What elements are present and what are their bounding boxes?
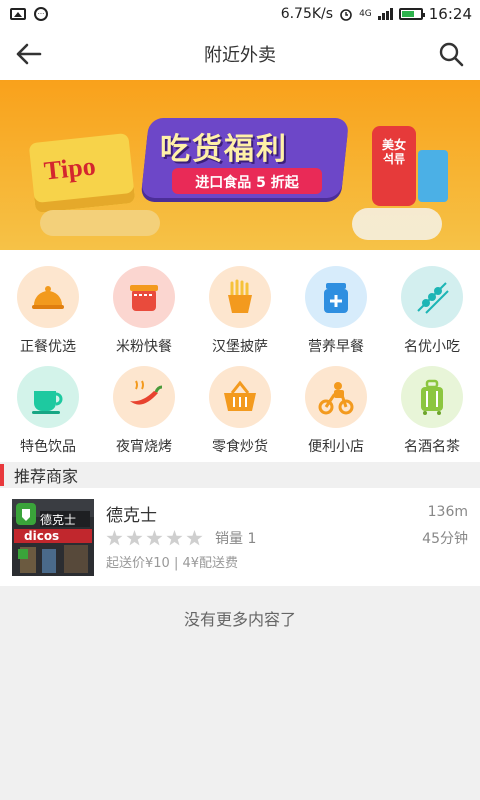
snack-rings-image [352,208,442,240]
category-label: 名优小吃 [404,339,460,355]
shop-name: 德克士 [106,506,157,526]
chili-pepper-icon [130,380,163,405]
gallery-icon [10,8,26,20]
battery-icon [398,8,425,20]
drink-box-image [418,150,448,202]
network-type: 4G [359,9,372,19]
star-icon [186,530,203,546]
shop-logo-en: dicos [24,529,60,543]
clock: 16:24 [428,5,472,23]
rating-stars [106,530,203,546]
basket-icon [224,380,256,411]
signal-icon [377,8,393,20]
delivery-bike-icon [318,382,354,415]
section-title: 推荐商家 [14,467,79,486]
star-icon [146,530,163,546]
category-label: 正餐优选 [20,339,76,355]
category-item[interactable]: 名优小吃 [384,266,480,356]
category-item[interactable]: 特色饮品 [0,366,96,456]
promo-banner[interactable]: Tipo 吃货福利 进口食品 5 折起 美女 석류 [0,80,480,250]
shop-sales: 销量 1 [215,531,257,547]
category-label: 汉堡披萨 [212,339,268,355]
search-icon [439,42,464,67]
category-icon-bg [305,266,367,328]
category-label: 零食炒货 [212,439,268,455]
category-label: 名酒名茶 [404,439,460,455]
cloche-icon [32,286,64,309]
message-icon: ··· [34,7,48,21]
category-icon-bg [401,266,463,328]
banner-slogan: 吃货福利 [160,132,288,167]
snack-image [40,210,160,236]
skewer-icon [417,282,449,314]
category-item[interactable]: 米粉快餐 [96,266,192,356]
star-icon [126,530,143,546]
page-title: 附近外卖 [204,45,276,66]
category-item[interactable]: 营养早餐 [288,266,384,356]
star-icon [166,530,183,546]
category-icon-bg [305,366,367,428]
category-label: 特色饮品 [20,439,76,455]
coffee-cup-icon [32,391,63,414]
category-grid: 正餐优选 米粉快餐 汉堡披萨 营养早餐 名优小吃 特色饮品 夜宵烧烤 零食炒货 … [0,250,480,462]
luggage-icon [421,379,443,415]
category-item[interactable]: 零食炒货 [192,366,288,456]
category-icon-bg [401,366,463,428]
category-icon-bg [17,266,79,328]
star-icon [106,530,123,546]
category-item[interactable]: 汉堡披萨 [192,266,288,356]
category-label: 夜宵烧烤 [116,439,172,455]
category-icon-bg [209,366,271,428]
section-header: 推荐商家 [0,462,480,488]
search-button[interactable] [436,40,466,68]
category-item[interactable]: 名酒名茶 [384,366,480,456]
delivery-fee: 起送价¥10 | 4¥配送费 [106,556,238,571]
category-item[interactable]: 正餐优选 [0,266,96,356]
arrow-left-icon [16,43,42,65]
status-bar: ··· 6.75K/s 4G 16:24 [0,0,480,28]
section-accent-bar [0,464,4,486]
shop-distance: 136m [427,504,468,520]
back-button[interactable] [14,40,44,68]
category-item[interactable]: 夜宵烧烤 [96,366,192,456]
milk-bottle-icon [324,283,348,313]
shop-thumbnail: 德克士 dicos [12,499,94,576]
shop-list-item[interactable]: 德克士 dicos 德克士 136m 销量 1 45分钟 起送价¥10 | 4¥… [0,488,480,586]
noodle-jar-icon [130,285,158,311]
category-label: 便利小店 [308,439,364,455]
network-speed: 6.75K/s [280,6,334,22]
category-icon-bg [113,366,175,428]
app-header: 附近外卖 [0,28,480,80]
brand-logo: Tipo [42,151,97,186]
category-icon-bg [17,366,79,428]
delivery-time: 45分钟 [422,531,468,547]
alarm-icon [340,9,352,21]
fries-icon [228,279,252,313]
category-item[interactable]: 便利小店 [288,366,384,456]
shop-logo-cn: 德克士 [40,513,77,527]
banner-subtitle: 进口食品 5 折起 [195,175,299,191]
category-label: 营养早餐 [308,339,364,355]
category-icon-bg [113,266,175,328]
category-label: 米粉快餐 [116,339,172,355]
can-label: 美女 석류 [381,138,406,166]
no-more-content: 没有更多内容了 [183,610,296,629]
category-icon-bg [209,266,271,328]
